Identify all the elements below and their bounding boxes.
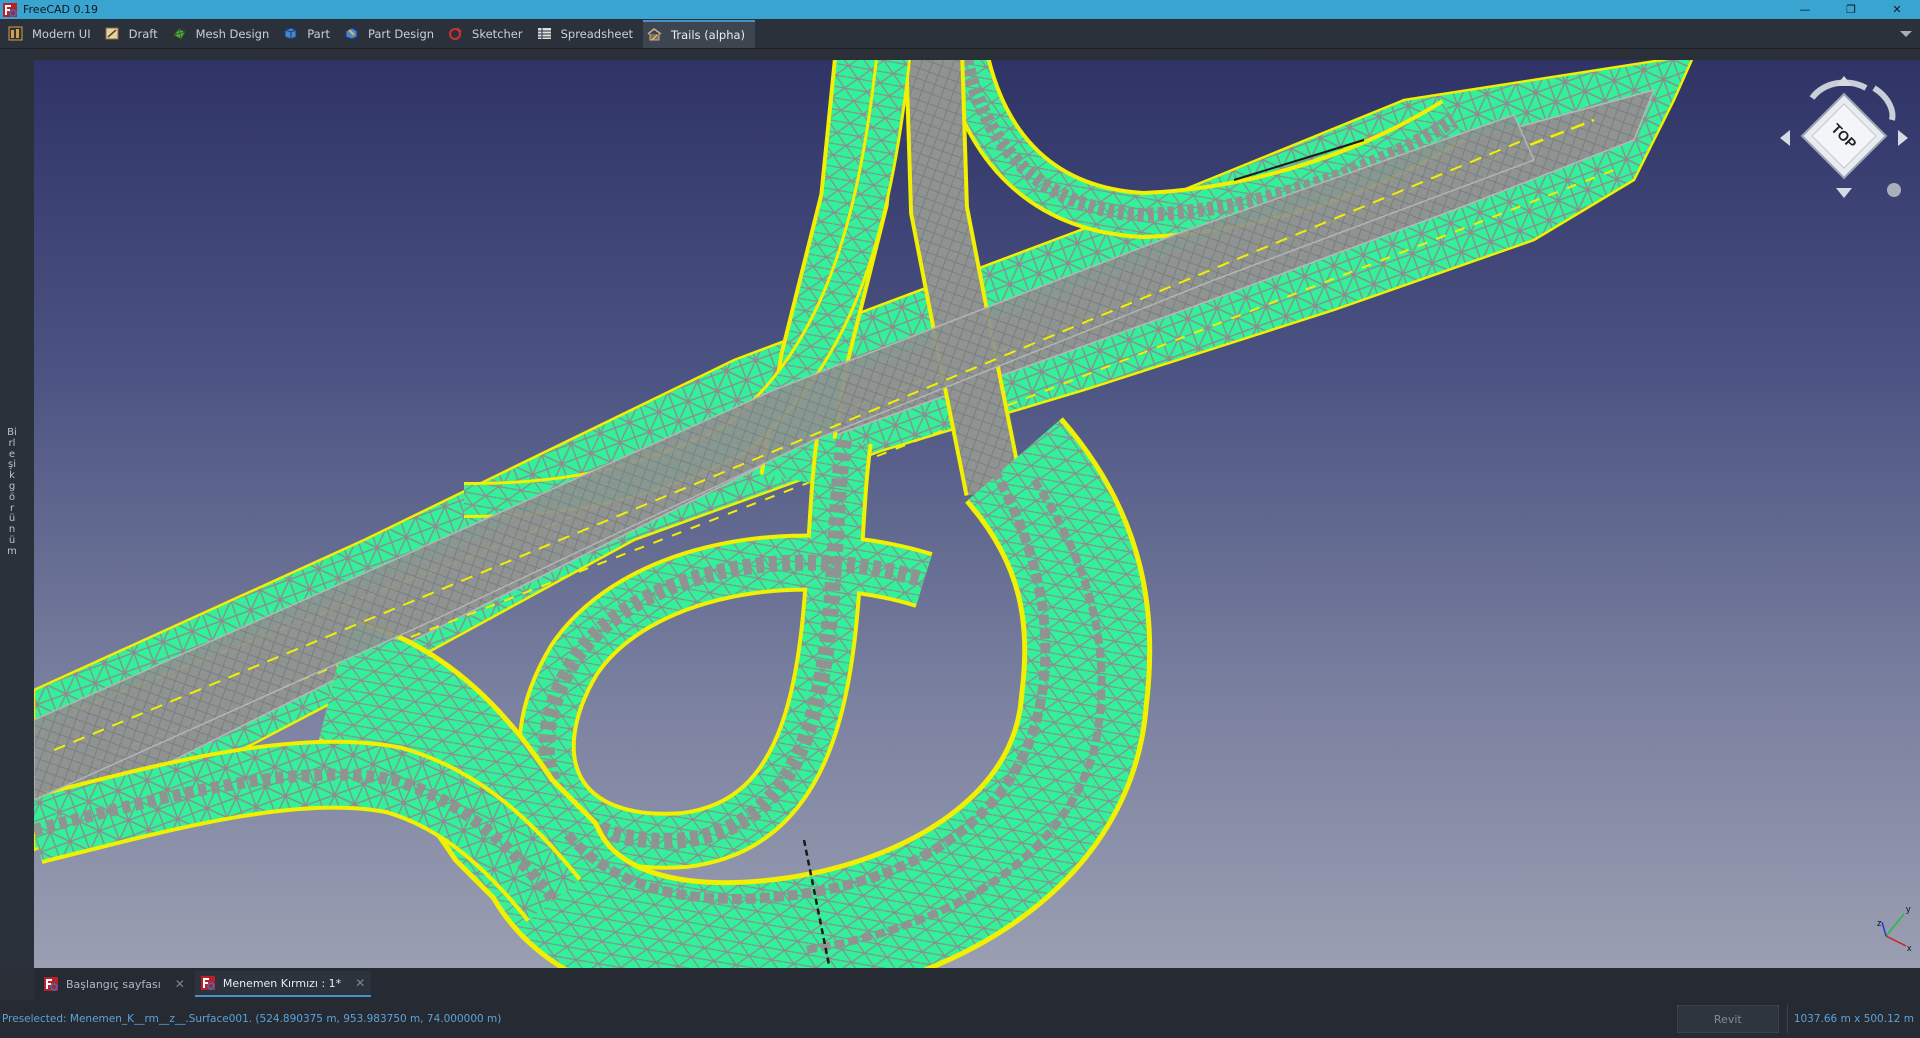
close-tab-icon[interactable]: ✕ (355, 976, 365, 990)
document-tabs: Başlangıç sayfası ✕ Menemen Kırmızı : 1*… (34, 968, 1920, 1000)
workbench-part[interactable]: Part (279, 21, 340, 47)
navigation-style-button[interactable]: Revit (1676, 1005, 1779, 1033)
pan-down-arrow-icon[interactable] (1836, 188, 1852, 198)
tab-document[interactable]: Menemen Kırmızı : 1* ✕ (194, 971, 372, 997)
workbench-sketcher[interactable]: Sketcher (444, 21, 533, 47)
pan-left-arrow-icon[interactable] (1780, 130, 1790, 146)
close-tab-icon[interactable]: ✕ (175, 977, 185, 991)
view-dimensions: 1037.66 m x 500.12 m (1786, 1005, 1920, 1033)
workbench-label: Spreadsheet (560, 26, 634, 41)
rotate-right-arrow-icon[interactable] (1872, 85, 1896, 121)
mesh-design-icon (172, 28, 186, 40)
workbench-label: Trails (alpha) (671, 27, 746, 42)
workbench-toolbar: Modern UI Draft Mesh Design Part Part De… (0, 19, 1920, 49)
navigation-cube[interactable]: TOP (1774, 68, 1914, 208)
svg-text:y: y (1906, 904, 1911, 914)
sketcher-icon (449, 27, 462, 40)
workbench-label: Part Design (367, 26, 435, 41)
workbench-modern-ui[interactable]: Modern UI (4, 21, 101, 47)
trails-icon (647, 28, 662, 41)
window-title: FreeCAD 0.19 (23, 3, 99, 16)
workbench-label: Mesh Design (195, 26, 270, 41)
svg-text:z: z (1877, 918, 1882, 928)
workbench-trails[interactable]: Trails (alpha) (643, 19, 756, 48)
modern-ui-icon (8, 26, 23, 41)
restore-button[interactable]: ❐ (1828, 0, 1874, 19)
workbench-draft[interactable]: Draft (101, 21, 168, 47)
workbench-label: Part (307, 26, 330, 41)
freecad-logo-icon (3, 2, 17, 17)
combo-view-tab[interactable]: Birleşik görünüm (7, 427, 17, 558)
spreadsheet-icon (537, 28, 551, 39)
tab-label: Başlangıç sayfası (66, 977, 161, 991)
view-menu-icon[interactable] (1887, 183, 1901, 197)
draft-icon (105, 27, 119, 40)
part-icon (284, 27, 297, 40)
workbench-label: Sketcher (472, 26, 523, 41)
toolbar-overflow-chevron-icon[interactable] (1900, 30, 1912, 37)
minimize-button[interactable]: — (1782, 0, 1828, 19)
svg-text:x: x (1907, 943, 1912, 953)
freecad-document-icon (44, 977, 58, 991)
close-button[interactable]: ✕ (1874, 0, 1920, 19)
workbench-label: Draft (128, 26, 158, 41)
tab-label: Menemen Kırmızı : 1* (222, 976, 342, 990)
combo-view-collapsed-panel: Birleşik görünüm (0, 50, 34, 968)
workbench-spreadsheet[interactable]: Spreadsheet (533, 21, 643, 47)
part-design-icon (345, 27, 358, 40)
freecad-document-icon (200, 976, 215, 990)
title-bar: FreeCAD 0.19 — ❐ ✕ (0, 0, 1920, 19)
axis-cross-icon: y x z (1877, 904, 1912, 953)
workbench-label: Modern UI (32, 26, 91, 41)
workbench-part-design[interactable]: Part Design (340, 21, 444, 47)
preselection-status: Preselected: Menemen_K__rm__z__.Surface0… (2, 1013, 502, 1025)
workbench-mesh-design[interactable]: Mesh Design (168, 21, 280, 47)
3d-viewport[interactable]: TOP y x z (34, 60, 1920, 968)
mesh-surface-render (34, 60, 1694, 968)
pan-right-arrow-icon[interactable] (1898, 130, 1908, 146)
status-bar: Preselected: Menemen_K__rm__z__.Surface0… (0, 1000, 1920, 1038)
tab-start-page[interactable]: Başlangıç sayfası ✕ (38, 971, 191, 997)
